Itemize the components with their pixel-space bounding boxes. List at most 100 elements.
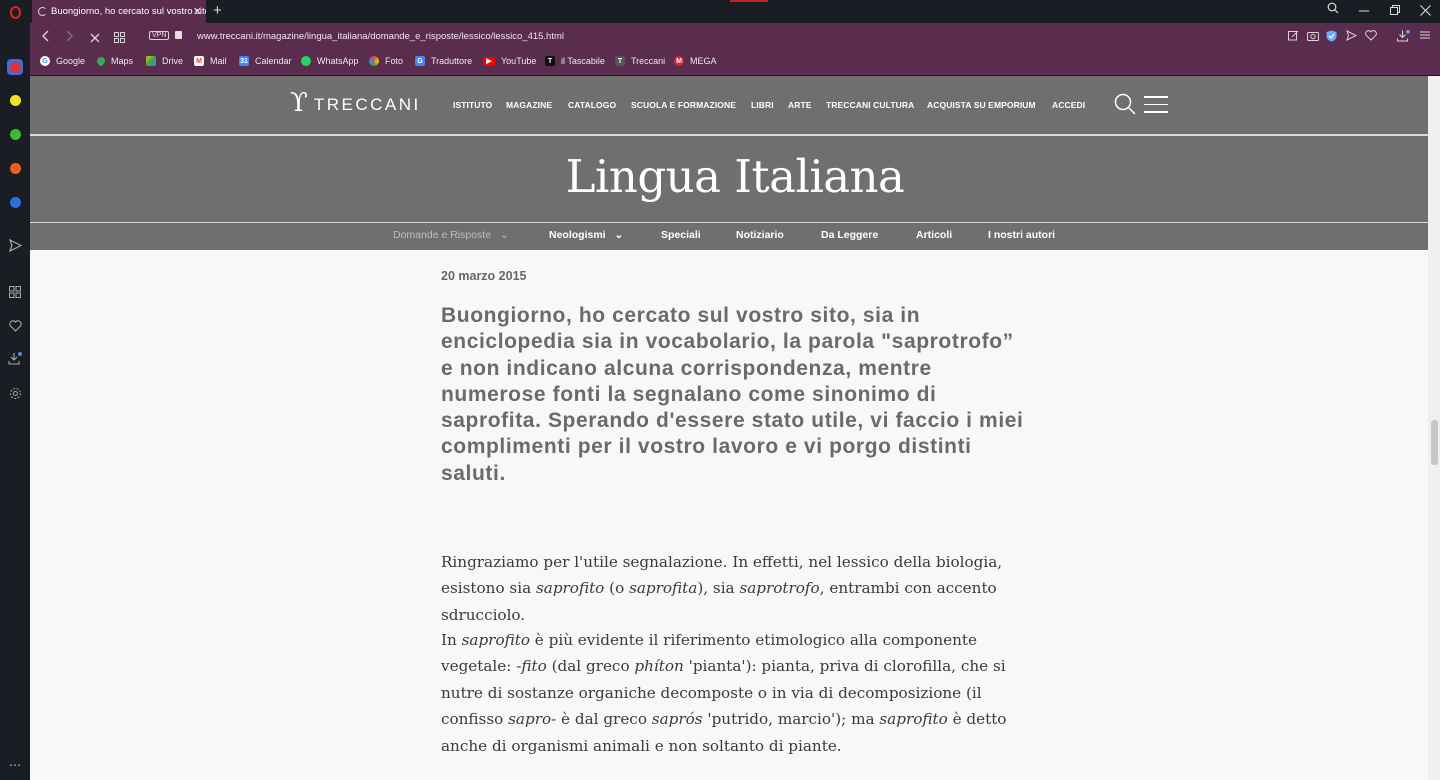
bookmark-label: Mail xyxy=(210,56,227,66)
web-page: ϒ TRECCANI ISTITUTO MAGAZINE CATALOGO SC… xyxy=(30,76,1440,780)
active-tab[interactable]: Buongiorno, ho cercato sul vostro sito ✕ xyxy=(32,0,206,23)
restore-icon[interactable] xyxy=(1390,5,1401,19)
hamburger-menu-icon[interactable] xyxy=(1144,96,1168,119)
new-tab-button[interactable]: + xyxy=(213,2,222,19)
flow-send-icon[interactable] xyxy=(1346,30,1358,44)
extensions-grid-icon[interactable] xyxy=(0,286,30,298)
settings-gear-icon[interactable] xyxy=(0,387,30,400)
lock-icon[interactable] xyxy=(175,31,182,39)
section-banner: Lingua Italiana xyxy=(30,136,1440,222)
bookmark-label: Google xyxy=(56,56,86,66)
snapshot-camera-icon[interactable] xyxy=(1307,30,1319,44)
nav-catalogo[interactable]: CATALOGO xyxy=(568,100,616,110)
nav-arte[interactable]: ARTE xyxy=(788,100,812,110)
subnav-speciali[interactable]: Speciali xyxy=(661,229,701,241)
section-title[interactable]: Lingua Italiana xyxy=(30,150,1440,203)
browser-sidebar: ⋯ xyxy=(0,0,30,780)
subnav-notiziario[interactable]: Notiziario xyxy=(736,229,784,241)
bookmark-il-tascabile[interactable]: T il Tascabile xyxy=(545,56,605,66)
bookmark-maps[interactable]: Maps xyxy=(95,55,134,67)
address-bar: VPN www.treccani.it/magazine/lingua_ital… xyxy=(30,23,1440,51)
article-question: Buongiorno, ho cercato sul vostro sito, … xyxy=(441,304,1024,485)
easy-setup-menu-icon[interactable] xyxy=(1420,30,1430,43)
tascabile-icon: T xyxy=(545,56,555,66)
send-icon[interactable] xyxy=(0,239,30,252)
forward-icon[interactable] xyxy=(65,29,74,46)
subnav-domande-e-risposte[interactable]: Domande e Risposte ⌄ xyxy=(393,229,509,241)
nav-libri[interactable]: LIBRI xyxy=(751,100,774,110)
speed-dial-icon[interactable] xyxy=(114,31,125,46)
edit-page-icon[interactable] xyxy=(1288,30,1299,44)
bookmark-label: Calendar xyxy=(255,56,292,66)
bookmark-label: YouTube xyxy=(501,56,537,66)
google-icon: G xyxy=(40,56,50,66)
bookmark-label: il Tascabile xyxy=(561,56,605,66)
sidebar-workspace-orange-icon[interactable] xyxy=(0,163,30,174)
tab-bar: Buongiorno, ho cercato sul vostro sito ✕… xyxy=(30,0,1440,23)
section-subnav: Domande e Risposte ⌄ Neologismi ⌄ Specia… xyxy=(30,223,1440,250)
subnav-articoli[interactable]: Articoli xyxy=(916,229,952,241)
maps-icon xyxy=(95,55,107,67)
bookmark-label: Traduttore xyxy=(431,56,473,66)
subnav-label: Domande e Risposte xyxy=(393,229,492,241)
loading-spinner-icon xyxy=(38,7,47,16)
bookmark-label: MEGA xyxy=(690,56,717,66)
site-search-icon[interactable] xyxy=(1114,93,1136,120)
more-options-icon[interactable]: ⋯ xyxy=(0,758,30,772)
photos-icon xyxy=(369,56,379,66)
close-window-icon[interactable] xyxy=(1420,5,1431,19)
sidebar-workspace-red-icon[interactable] xyxy=(0,58,30,76)
bookmark-google[interactable]: G Google xyxy=(40,56,85,66)
treccani-icon: T xyxy=(615,56,625,66)
downloads-icon[interactable] xyxy=(0,352,30,365)
download-icon[interactable] xyxy=(1397,30,1410,45)
nav-treccani-cultura[interactable]: TRECCANI CULTURA xyxy=(826,100,914,110)
treccani-logo-text: TRECCANI xyxy=(313,95,421,114)
answer-paragraph-2: In saprofito è più evidente il riferimen… xyxy=(441,631,1007,755)
bookmark-mega[interactable]: M MEGA xyxy=(674,56,717,66)
translate-icon: G xyxy=(415,56,425,66)
treccani-logo[interactable]: ϒ TRECCANI xyxy=(290,90,421,116)
tab-indicator xyxy=(730,0,768,2)
calendar-icon: 31 xyxy=(239,56,249,66)
bookmark-treccani[interactable]: T Treccani xyxy=(615,56,665,66)
nav-magazine[interactable]: MAGAZINE xyxy=(506,100,552,110)
adblock-shield-icon[interactable] xyxy=(1326,30,1337,45)
tab-close-icon[interactable]: ✕ xyxy=(193,5,202,18)
bookmarks-bar: G Google Maps Drive M Mail 31 Calendar W… xyxy=(30,51,1440,75)
bookmark-label: Drive xyxy=(162,56,184,66)
sidebar-workspace-yellow-icon[interactable] xyxy=(0,95,30,106)
minimize-icon[interactable] xyxy=(1359,0,1370,19)
bookmark-drive[interactable]: Drive xyxy=(146,56,183,66)
nav-istituto[interactable]: ISTITUTO xyxy=(453,100,492,110)
back-icon[interactable] xyxy=(41,29,50,46)
bookmark-calendar[interactable]: 31 Calendar xyxy=(239,56,292,66)
subnav-neologismi[interactable]: Neologismi ⌄ xyxy=(549,229,623,241)
nav-accedi[interactable]: ACCEDI xyxy=(1052,100,1085,110)
drive-icon xyxy=(146,56,156,66)
sidebar-workspace-blue-icon[interactable] xyxy=(0,197,30,208)
nav-scuola-e-formazione[interactable]: SCUOLA E FORMAZIONE xyxy=(631,100,736,110)
scrollbar-thumb[interactable] xyxy=(1431,420,1438,465)
sidebar-workspace-green-icon[interactable] xyxy=(0,129,30,140)
youtube-icon: ▶ xyxy=(483,56,495,66)
bookmark-whatsapp[interactable]: WhatsApp xyxy=(301,56,359,66)
stop-loading-icon[interactable] xyxy=(90,31,100,46)
subnav-i-nostri-autori[interactable]: I nostri autori xyxy=(988,229,1055,241)
bookmark-youtube[interactable]: ▶ YouTube xyxy=(483,56,536,66)
subnav-da-leggere[interactable]: Da Leggere xyxy=(821,229,878,241)
vpn-badge[interactable]: VPN xyxy=(149,31,170,40)
nav-acquista-su-emporium[interactable]: ACQUISTA SU EMPORIUM xyxy=(927,100,1036,110)
bookmark-traduttore[interactable]: G Traduttore xyxy=(415,56,472,66)
bookmark-heart-icon[interactable] xyxy=(1365,30,1377,44)
heart-icon[interactable] xyxy=(0,320,30,332)
answer-paragraph-1: Ringraziamo per l'utile segnalazione. In… xyxy=(441,553,1003,624)
search-tabs-icon[interactable] xyxy=(1327,2,1339,17)
opera-logo-icon[interactable] xyxy=(0,6,30,19)
bookmark-mail[interactable]: M Mail xyxy=(194,56,227,66)
url-field[interactable]: www.treccani.it/magazine/lingua_italiana… xyxy=(197,31,564,42)
bookmark-foto[interactable]: Foto xyxy=(369,56,403,66)
article-date: 20 marzo 2015 xyxy=(441,269,527,283)
bookmark-label: Maps xyxy=(111,56,134,66)
tab-title: Buongiorno, ho cercato sul vostro sito xyxy=(51,6,206,17)
